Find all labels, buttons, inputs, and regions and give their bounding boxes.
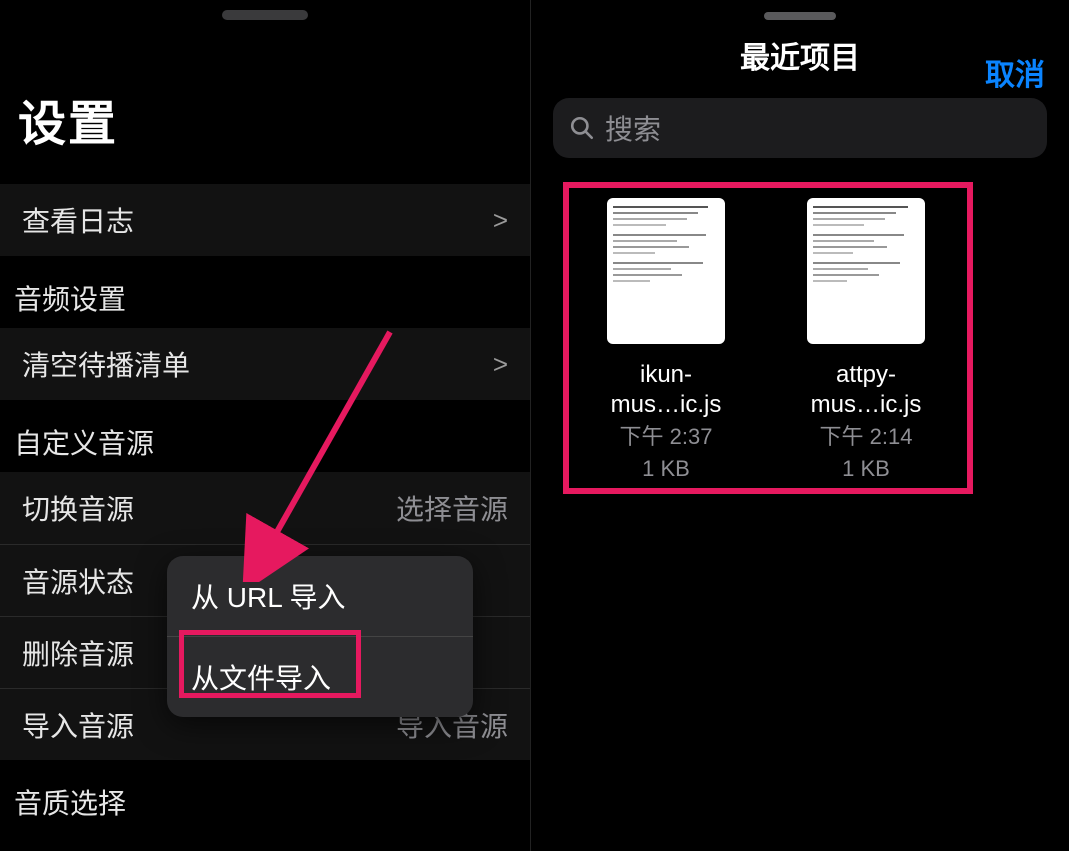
file-name: ikun- mus…ic.js bbox=[587, 360, 745, 420]
row-view-log[interactable]: 查看日志 > bbox=[0, 184, 530, 256]
group-title-quality: 音质选择 bbox=[0, 760, 530, 832]
file-thumbnail-icon bbox=[807, 198, 925, 344]
file-time: 下午 2:37 bbox=[587, 422, 745, 452]
group-title-audio: 音频设置 bbox=[0, 256, 530, 328]
search-placeholder: 搜索 bbox=[605, 108, 661, 148]
row-label: 查看日志 bbox=[22, 200, 134, 240]
file-thumbnail-icon bbox=[607, 198, 725, 344]
popup-item-url[interactable]: 从 URL 导入 bbox=[167, 556, 473, 637]
page-title: 设置 bbox=[0, 0, 530, 184]
settings-panel: 设置 查看日志 > 音频设置 清空待播清单 > 自定义音源 切换音源 选择音源 … bbox=[0, 0, 530, 851]
row-label: 清空待播清单 bbox=[22, 344, 190, 384]
chevron-right-icon: > bbox=[493, 205, 508, 236]
search-input[interactable]: 搜索 bbox=[553, 98, 1047, 158]
file-item[interactable]: ikun- mus…ic.js 下午 2:37 1 KB bbox=[587, 198, 745, 483]
row-label: 切换音源 bbox=[22, 488, 134, 528]
import-popup: 从 URL 导入 从文件导入 bbox=[167, 556, 473, 717]
file-item[interactable]: attpy- mus…ic.js 下午 2:14 1 KB bbox=[787, 198, 945, 483]
row-clear-queue[interactable]: 清空待播清单 > bbox=[0, 328, 530, 400]
row-value: 选择音源 bbox=[396, 488, 508, 528]
file-size: 1 KB bbox=[587, 454, 745, 484]
group-title-custom-source: 自定义音源 bbox=[0, 400, 530, 472]
row-label: 删除音源 bbox=[22, 633, 134, 673]
drag-handle[interactable] bbox=[222, 10, 308, 20]
file-picker-panel: 最近项目 取消 搜索 ikun- bbox=[530, 0, 1069, 851]
row-label: 音源状态 bbox=[22, 561, 134, 601]
file-size: 1 KB bbox=[787, 454, 945, 484]
file-name: attpy- mus…ic.js bbox=[787, 360, 945, 420]
row-switch-source[interactable]: 切换音源 选择音源 bbox=[0, 472, 530, 544]
search-icon bbox=[569, 115, 595, 141]
row-label: 导入音源 bbox=[22, 705, 134, 745]
picker-header: 最近项目 取消 bbox=[531, 0, 1069, 90]
file-time: 下午 2:14 bbox=[787, 422, 945, 452]
cancel-button[interactable]: 取消 bbox=[985, 50, 1045, 94]
chevron-right-icon: > bbox=[493, 349, 508, 380]
file-grid: ikun- mus…ic.js 下午 2:37 1 KB attpy- mus…… bbox=[531, 176, 1069, 505]
popup-item-file[interactable]: 从文件导入 bbox=[167, 637, 473, 717]
picker-title: 最近项目 bbox=[740, 33, 860, 77]
